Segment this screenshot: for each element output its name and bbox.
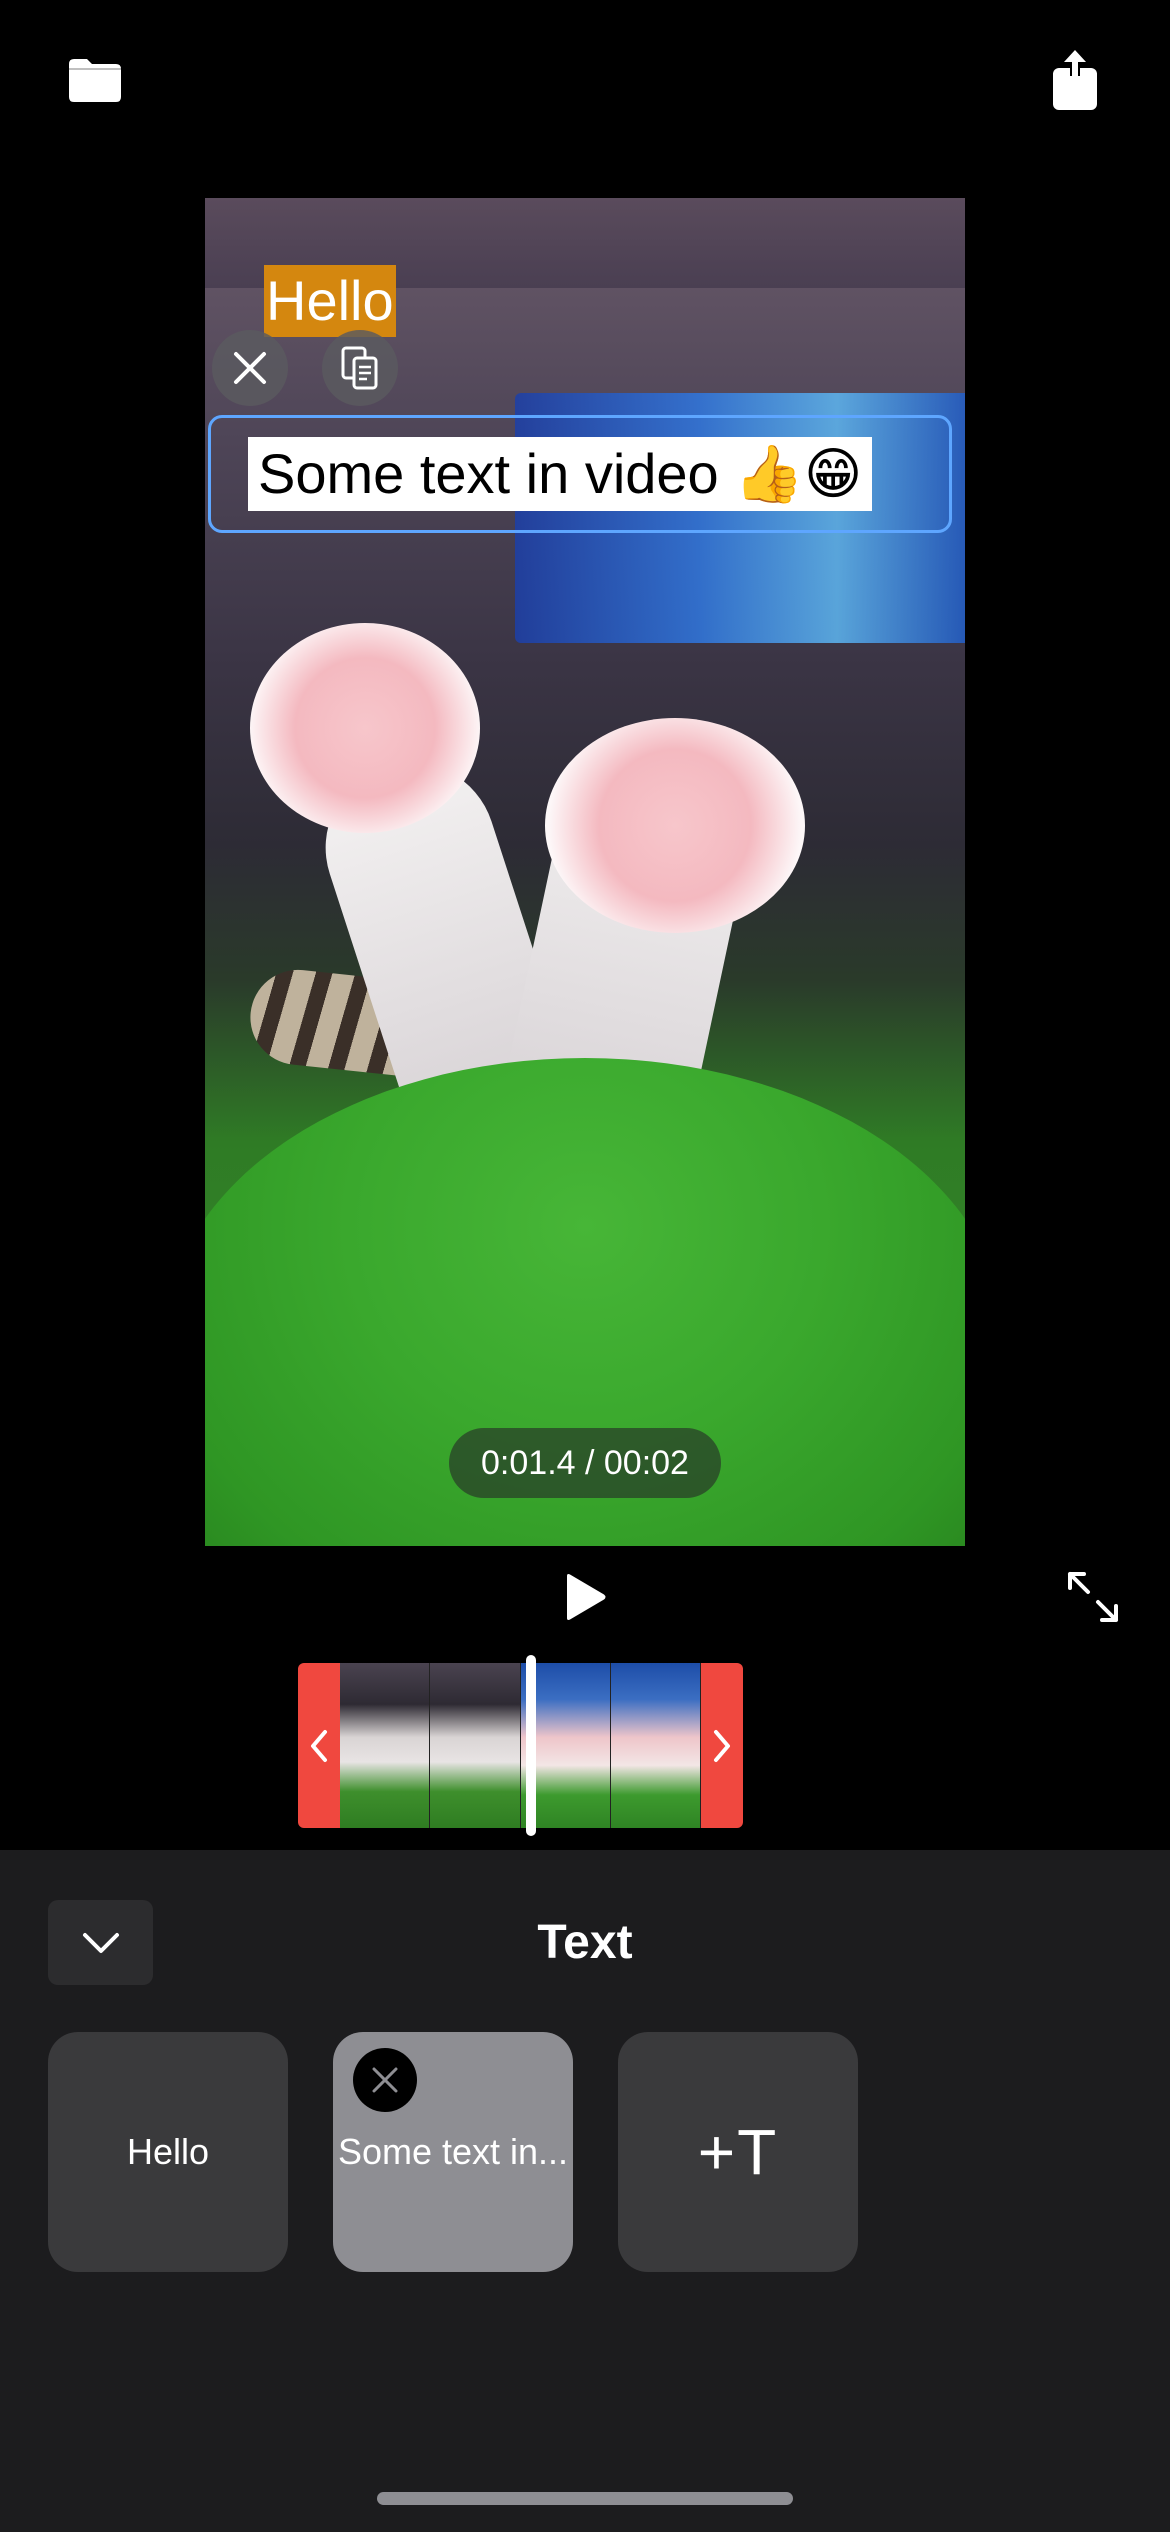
close-icon (234, 352, 266, 384)
timeline-frame (610, 1663, 701, 1828)
expand-icon (1068, 1572, 1118, 1622)
video-preview[interactable] (205, 198, 965, 1546)
chevron-right-icon (714, 1729, 730, 1762)
add-text-button[interactable]: +T (618, 2032, 858, 2272)
trim-handle-start[interactable] (298, 1663, 340, 1828)
time-display: 0:01.4 / 00:02 (449, 1428, 721, 1498)
share-button[interactable] (1035, 40, 1115, 120)
timeline-strip[interactable] (298, 1655, 743, 1836)
delete-overlay-button[interactable] (212, 330, 288, 406)
open-folder-button[interactable] (55, 40, 135, 120)
trim-handle-end[interactable] (701, 1663, 743, 1828)
playhead[interactable] (526, 1655, 537, 1836)
chevron-left-icon (311, 1729, 327, 1762)
text-overlay-some-text[interactable]: Some text in video 👍😁 (248, 437, 873, 511)
video-scene-paw-left (250, 623, 480, 833)
timeline-frames (340, 1663, 701, 1828)
folder-icon (69, 59, 121, 102)
timeline-frame (340, 1663, 431, 1828)
video-scene-paw-right (545, 718, 805, 933)
share-icon (1053, 50, 1097, 110)
copy-icon (341, 346, 378, 390)
play-button[interactable] (550, 1562, 620, 1632)
home-indicator[interactable] (377, 2492, 793, 2505)
close-icon (372, 2067, 398, 2093)
play-icon (567, 1574, 606, 1620)
text-panel: Text Hello Some text in... +T (0, 1850, 1170, 2532)
fullscreen-button[interactable] (1058, 1562, 1128, 1632)
panel-title: Text (537, 1916, 633, 1969)
duplicate-overlay-button[interactable] (322, 330, 398, 406)
video-editor-screen: Hello Some text in video 👍😁 0:01.4 / 00:… (0, 0, 1170, 2532)
text-item-some-text[interactable]: Some text in... (333, 2032, 573, 2272)
timeline-frame (430, 1663, 521, 1828)
text-item-label: Hello (126, 2131, 210, 2172)
text-item-label: Some text in... (337, 2131, 569, 2172)
text-item-hello[interactable]: Hello (48, 2032, 288, 2272)
remove-text-item-button[interactable] (353, 2048, 417, 2112)
text-overlay-hello[interactable]: Hello (264, 265, 396, 337)
add-text-icon: +T (697, 2116, 779, 2188)
